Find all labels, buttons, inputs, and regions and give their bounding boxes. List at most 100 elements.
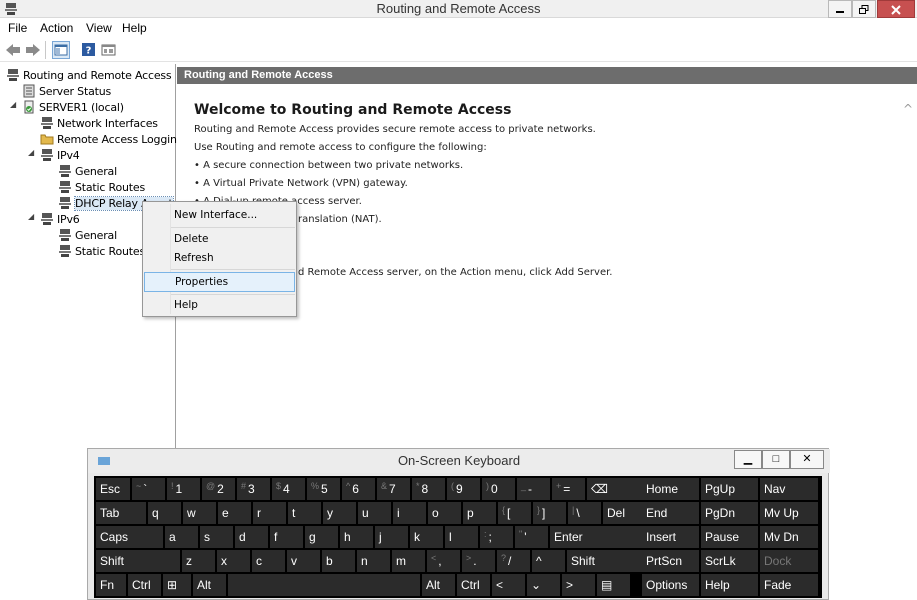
tree-item-ipv4-general[interactable]: General: [58, 164, 117, 180]
key-w[interactable]: w: [183, 502, 216, 524]
key-nav[interactable]: Nav: [760, 478, 818, 500]
key-x[interactable]: x: [217, 550, 250, 572]
key-i[interactable]: i: [393, 502, 426, 524]
key-o[interactable]: o: [428, 502, 461, 524]
menu-item-refresh[interactable]: Refresh: [144, 248, 295, 268]
tree-item-server1[interactable]: ◢ SERVER1 (local): [10, 100, 124, 116]
key-symbol[interactable]: {[: [498, 502, 531, 524]
menu-help[interactable]: Help: [122, 21, 147, 35]
menu-view[interactable]: View: [86, 21, 112, 35]
key-s[interactable]: s: [200, 526, 233, 548]
key-symbol[interactable]: ▤: [597, 574, 630, 596]
key-enter[interactable]: Enter: [550, 526, 645, 548]
key-1[interactable]: ! 1: [167, 478, 200, 500]
key-a[interactable]: a: [165, 526, 198, 548]
key-symbol[interactable]: >.: [462, 550, 495, 572]
tree-item-ipv6-static-routes[interactable]: Static Routes: [58, 244, 145, 260]
key-symbol[interactable]: <: [492, 574, 525, 596]
tree-item-ipv4[interactable]: ◢ IPv4: [28, 148, 80, 164]
close-button[interactable]: [877, 0, 915, 18]
key-help[interactable]: Help: [701, 574, 758, 596]
tree-item-rras-root[interactable]: Routing and Remote Access: [6, 68, 172, 84]
key-shift[interactable]: Shift: [567, 550, 645, 572]
key-scrlk[interactable]: ScrLk: [701, 550, 758, 572]
key-ctrl[interactable]: Ctrl: [128, 574, 161, 596]
console-button[interactable]: [100, 41, 118, 59]
key-u[interactable]: u: [358, 502, 391, 524]
osk-close-button[interactable]: ✕: [790, 450, 824, 469]
key-k[interactable]: k: [410, 526, 443, 548]
key-l[interactable]: l: [445, 526, 478, 548]
key-5[interactable]: % 5: [307, 478, 340, 500]
key-end[interactable]: End: [642, 502, 699, 524]
key-h[interactable]: h: [340, 526, 373, 548]
tree-item-ipv6[interactable]: ◢ IPv6: [28, 212, 80, 228]
key-e[interactable]: e: [218, 502, 251, 524]
menu-item-delete[interactable]: Delete: [144, 229, 295, 249]
key-q[interactable]: q: [148, 502, 181, 524]
menu-item-new-interface[interactable]: New Interface...: [144, 205, 295, 225]
expand-toggle-icon[interactable]: ◢: [28, 148, 34, 157]
restore-button[interactable]: [852, 0, 876, 18]
key-t[interactable]: t: [288, 502, 321, 524]
key-pgup[interactable]: PgUp: [701, 478, 758, 500]
key-symbol[interactable]: ~ `: [132, 478, 165, 500]
key-j[interactable]: j: [375, 526, 408, 548]
key-p[interactable]: p: [463, 502, 496, 524]
osk-minimize-button[interactable]: ▁: [734, 450, 762, 469]
key-options[interactable]: Options: [642, 574, 699, 596]
back-button[interactable]: [4, 41, 22, 59]
osk-title-bar[interactable]: On-Screen Keyboard ▁ □ ✕: [88, 449, 830, 473]
key-pause[interactable]: Pause: [701, 526, 758, 548]
key-insert[interactable]: Insert: [642, 526, 699, 548]
menu-action[interactable]: Action: [40, 21, 73, 35]
key-symbol[interactable]: }]: [533, 502, 566, 524]
help-button[interactable]: ?: [80, 41, 98, 59]
key-pgdn[interactable]: PgDn: [701, 502, 758, 524]
tree-item-ipv6-general[interactable]: General: [58, 228, 117, 244]
key-ctrl[interactable]: Ctrl: [457, 574, 490, 596]
key-c[interactable]: c: [252, 550, 285, 572]
key-alt[interactable]: Alt: [422, 574, 455, 596]
osk-restore-button[interactable]: □: [762, 450, 790, 469]
key-3[interactable]: #3: [237, 478, 270, 500]
key-prtscn[interactable]: PrtScn: [642, 550, 699, 572]
key-mvdn[interactable]: Mv Dn: [760, 526, 818, 548]
scroll-up-icon[interactable]: ^: [903, 102, 913, 116]
key-tab[interactable]: Tab: [96, 502, 146, 524]
key-dock[interactable]: Dock: [760, 550, 818, 572]
key-symbol[interactable]: _ -: [517, 478, 550, 500]
menu-item-properties[interactable]: Properties: [144, 272, 295, 292]
key-esc[interactable]: Esc: [96, 478, 130, 500]
menu-item-help[interactable]: Help: [144, 295, 295, 315]
key-y[interactable]: y: [323, 502, 356, 524]
key-m[interactable]: m: [392, 550, 425, 572]
key-r[interactable]: r: [253, 502, 286, 524]
key-space[interactable]: [228, 574, 420, 596]
key-b[interactable]: b: [322, 550, 355, 572]
key-v[interactable]: v: [287, 550, 320, 572]
expand-toggle-icon[interactable]: ◢: [28, 212, 34, 221]
forward-button[interactable]: [24, 41, 42, 59]
tree-item-remote-access-logging[interactable]: Remote Access Logging: [40, 132, 184, 148]
key-n[interactable]: n: [357, 550, 390, 572]
key-symbol[interactable]: " ': [515, 526, 548, 548]
tree-item-ipv4-static-routes[interactable]: Static Routes: [58, 180, 145, 196]
expand-toggle-icon[interactable]: ◢: [10, 100, 16, 109]
menu-file[interactable]: File: [8, 21, 27, 35]
key-symbol[interactable]: ⊞: [163, 574, 191, 596]
key-z[interactable]: z: [182, 550, 215, 572]
key-8[interactable]: * 8: [412, 478, 445, 500]
show-hide-tree-button[interactable]: [52, 41, 70, 59]
key-shift[interactable]: Shift: [96, 550, 180, 572]
key-symbol[interactable]: >: [562, 574, 595, 596]
key-symbol[interactable]: + =: [552, 478, 585, 500]
key-home[interactable]: Home: [642, 478, 699, 500]
key-symbol[interactable]: <,: [427, 550, 460, 572]
key-symbol[interactable]: :;: [480, 526, 513, 548]
key-7[interactable]: & 7: [377, 478, 410, 500]
key-2[interactable]: @2: [202, 478, 235, 500]
key-caps[interactable]: Caps: [96, 526, 163, 548]
key-symbol[interactable]: ⌄: [527, 574, 560, 596]
key-fn[interactable]: Fn: [96, 574, 126, 596]
